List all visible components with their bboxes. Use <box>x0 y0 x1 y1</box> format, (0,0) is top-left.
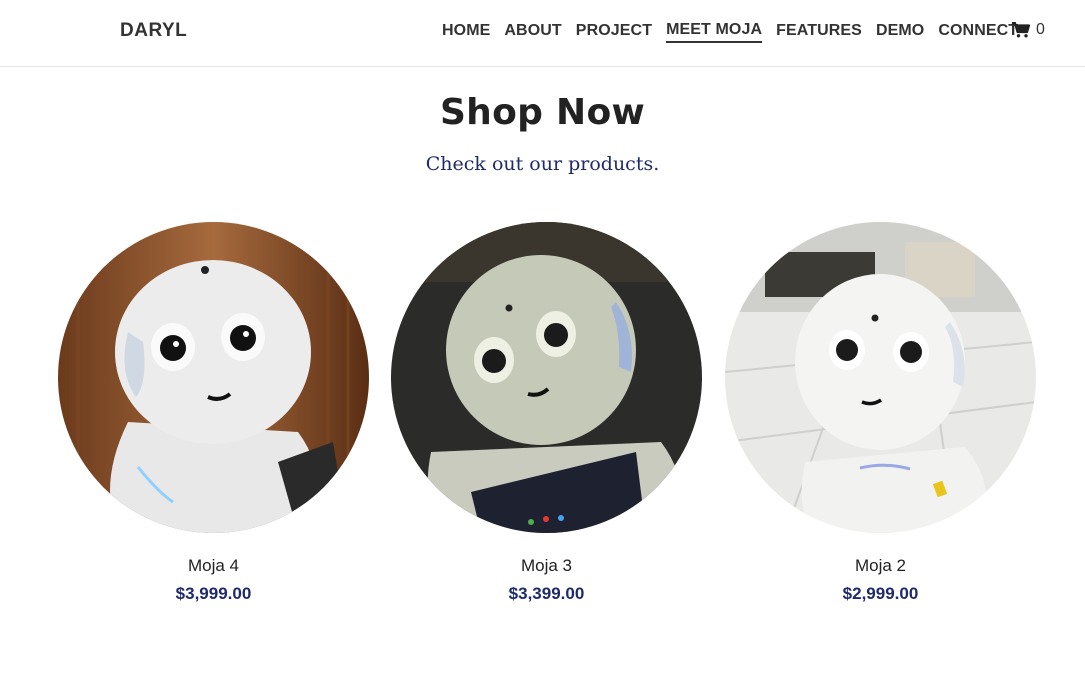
cart-count: 0 <box>1036 21 1045 38</box>
page-title: Shop Now <box>439 92 646 133</box>
product-card-moja-2[interactable]: Moja 2 $2,999.00 <box>725 222 1036 604</box>
cart-button[interactable]: 0 <box>1012 21 1045 39</box>
product-card-moja-3[interactable]: Moja 3 $3,399.00 <box>391 222 702 604</box>
nav-connect[interactable]: CONNECT <box>938 22 1018 42</box>
site-header: DARYL HOME ABOUT PROJECT MEET MOJA FEATU… <box>0 0 1085 67</box>
product-image[interactable] <box>58 222 369 533</box>
product-name[interactable]: Moja 3 <box>391 556 702 576</box>
nav-demo[interactable]: DEMO <box>876 22 924 42</box>
product-price: $3,399.00 <box>508 584 585 603</box>
shopping-cart-icon <box>1012 22 1030 38</box>
main-nav: HOME ABOUT PROJECT MEET MOJA FEATURES DE… <box>442 21 1018 43</box>
nav-features[interactable]: FEATURES <box>776 22 862 42</box>
nav-project[interactable]: PROJECT <box>576 22 652 42</box>
product-image[interactable] <box>391 222 702 533</box>
page-subtitle: Check out our products. <box>425 153 660 175</box>
nav-meet-moja[interactable]: MEET MOJA <box>666 21 763 43</box>
brand-logo[interactable]: DARYL <box>120 20 187 42</box>
product-name[interactable]: Moja 4 <box>58 556 369 576</box>
product-name[interactable]: Moja 2 <box>725 556 1036 576</box>
product-image[interactable] <box>725 222 1036 533</box>
product-card-moja-4[interactable]: Moja 4 $3,999.00 <box>58 222 369 604</box>
nav-home[interactable]: HOME <box>442 22 490 42</box>
product-price: $3,999.00 <box>175 584 252 603</box>
product-price: $2,999.00 <box>842 584 919 603</box>
nav-about[interactable]: ABOUT <box>504 22 561 42</box>
